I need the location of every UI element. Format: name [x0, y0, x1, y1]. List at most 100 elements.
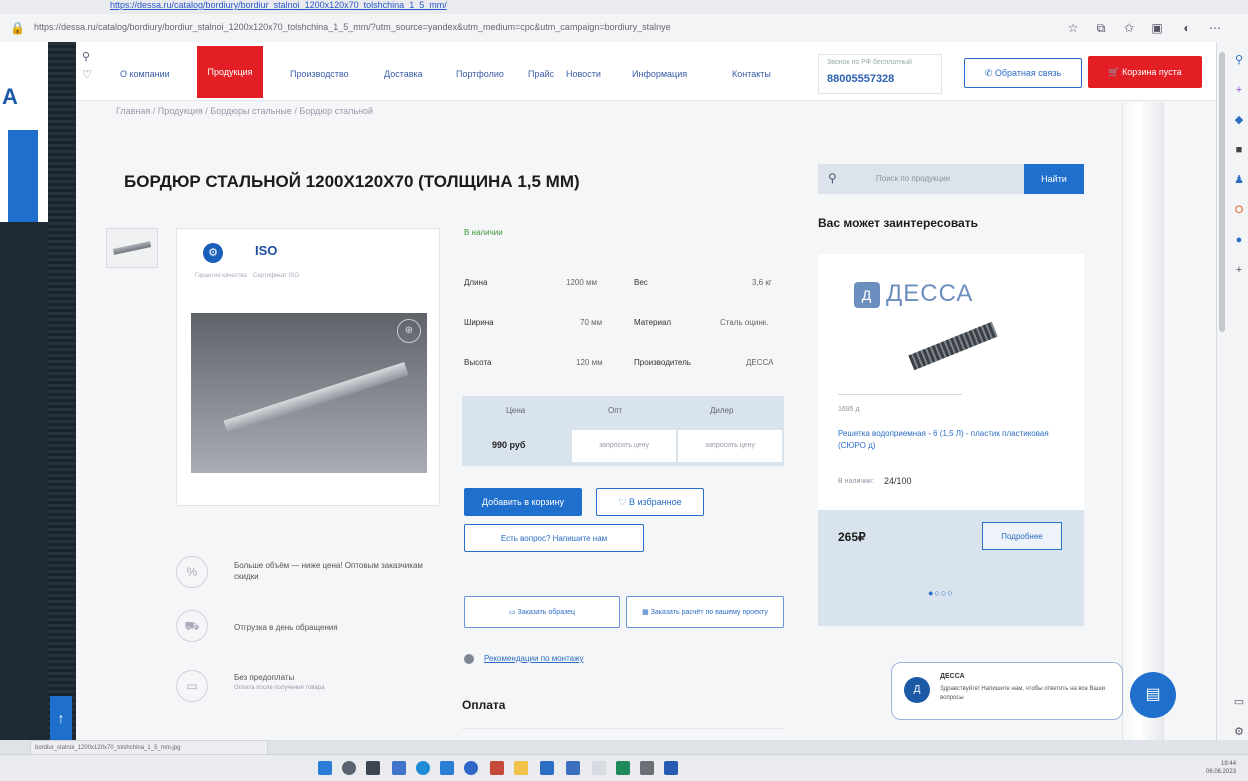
details-button[interactable]: Подробнее [982, 522, 1062, 550]
url-field[interactable]: https://dessa.ru/catalog/bordiury/bordiu… [34, 22, 1050, 36]
dessa-logo: Д ДЕССА [854, 280, 973, 308]
price-cell-dealer[interactable]: запросить цену [678, 430, 782, 462]
sidebar-blue-tab[interactable] [8, 130, 38, 222]
related-product-card[interactable]: Д ДЕССА 1695 д Решетка водоприемная - 6 (… [818, 254, 1084, 626]
start-icon[interactable] [318, 761, 332, 775]
nav-item-portfolio[interactable]: Портфолио [456, 69, 504, 79]
discount-icon: % [176, 556, 208, 588]
feature-no-prepay-sub: Оплата после получения товара [234, 685, 325, 691]
plus-icon[interactable]: + [1233, 84, 1245, 96]
nav-item-contacts[interactable]: Контакты [732, 69, 771, 79]
menu-icon[interactable]: ⋯ [1208, 21, 1222, 35]
collections-icon[interactable]: ▣ [1150, 21, 1164, 35]
order-calc-label: Заказать расчёт по вашему проекту [650, 609, 768, 616]
install-recommendations-link[interactable]: Рекомендации по монтажу [464, 654, 584, 664]
search-icon[interactable] [342, 761, 356, 775]
divider [838, 394, 962, 395]
profile-icon[interactable]: ◐ [1180, 21, 1194, 35]
games-icon[interactable]: ♟ [1233, 174, 1245, 186]
order-sample-label: Заказать образец [517, 609, 576, 616]
word-icon[interactable] [566, 761, 580, 775]
nav-item-info[interactable]: Информация [632, 69, 687, 79]
nav-item-production[interactable]: Производство [290, 69, 349, 79]
spec-weight-value: 3,6 кг [752, 278, 772, 287]
task-view-icon[interactable] [366, 761, 380, 775]
related-product-name[interactable]: Решетка водоприемная - 6 (1,5 Л) - пласт… [838, 428, 1068, 452]
breadcrumb[interactable]: Главная / Продукция / Бордюры стальные /… [116, 106, 373, 116]
sidebar-layout-icon[interactable]: ▭ [1233, 696, 1245, 708]
star-icon[interactable]: ☆ [1066, 21, 1080, 35]
carousel-dots[interactable]: ●○○○ [928, 588, 954, 598]
settings-icon[interactable] [640, 761, 654, 775]
chat-name: ДЕССА [940, 673, 965, 680]
extensions-icon[interactable]: ⧉ [1094, 21, 1108, 35]
calculator-icon: ▦ [642, 609, 651, 616]
order-sample-button[interactable]: ▭ Заказать образец [464, 596, 620, 628]
payment-heading: Оплата [462, 698, 506, 712]
clock-date: 06.06.2023 [1206, 769, 1237, 775]
settings-icon[interactable]: ⚙ [1233, 726, 1245, 738]
browser-tabstrip: https://dessa.ru/catalog/bordiury/bordiu… [0, 0, 1248, 15]
browser-side-panel: ⚲ + ◆ ■ ♟ O ● + ▭ ⚙ [1216, 42, 1248, 740]
spec-length-label: Длина [464, 278, 488, 287]
product-code: 1695 д [838, 406, 860, 413]
office-icon[interactable] [490, 761, 504, 775]
viber-icon[interactable] [592, 761, 606, 775]
outlook-icon[interactable]: ● [1233, 234, 1245, 246]
thumbnail-image [112, 241, 152, 255]
phone-number[interactable]: 88005557328 [827, 73, 894, 85]
tools-icon[interactable]: ■ [1233, 144, 1245, 156]
heart-icon[interactable]: ♡ [82, 68, 92, 81]
nav-item-news[interactable]: Новости [566, 69, 601, 79]
chat-button[interactable]: ▤ [1130, 672, 1176, 718]
nav-item-products[interactable]: Продукция [197, 46, 263, 98]
system-clock[interactable]: 19:44 06.06.2023 [1206, 760, 1236, 776]
mail-icon[interactable] [540, 761, 554, 775]
folder-icon[interactable] [514, 761, 528, 775]
nav-item-price[interactable]: Прайс [528, 69, 554, 79]
site-header: ⚲ ♡ О компании Продукция Производство До… [76, 42, 1216, 101]
favorites-icon[interactable]: ✩ [1122, 21, 1136, 35]
left-sidebar: A ↑ [0, 42, 76, 740]
sidebar-strip [48, 42, 76, 740]
chat-popup[interactable]: Д ДЕССА Здравствуйте! Напишите нам, чтоб… [891, 662, 1123, 720]
ask-question-button[interactable]: Есть вопрос? Напишите нам [464, 524, 644, 552]
cart-button[interactable]: 🛒 Корзина пуста [1088, 56, 1202, 88]
zoom-icon[interactable]: ⊕ [397, 319, 421, 343]
shopping-icon[interactable]: ◆ [1233, 114, 1245, 126]
top-link[interactable]: https://dessa.ru/catalog/bordiury/bordiu… [110, 0, 447, 10]
edge-icon[interactable] [416, 761, 430, 775]
store-icon[interactable] [440, 761, 454, 775]
spec-material-value: Сталь оцинк. [720, 318, 769, 327]
product-thumbnail[interactable] [106, 228, 158, 268]
search-icon[interactable]: ⚲ [82, 50, 90, 63]
scrollbar[interactable] [1219, 52, 1225, 332]
quality-badge-label: Гарантия качества [195, 273, 247, 279]
nav-item-delivery[interactable]: Доставка [384, 69, 423, 79]
scroll-up-button[interactable]: ↑ [50, 696, 72, 740]
search-input[interactable]: Поиск по продукции [876, 174, 950, 183]
add-to-cart-button[interactable]: Добавить в корзину [464, 488, 582, 516]
order-calc-button[interactable]: ▦ Заказать расчёт по вашему проекту [626, 596, 784, 628]
favorite-button[interactable]: ♡ В избранное [596, 488, 704, 516]
callback-button[interactable]: ✆ Обратная связь [964, 58, 1082, 88]
related-product-price: 265₽ [838, 530, 866, 544]
product-photo[interactable]: ⊕ [191, 313, 427, 473]
search-button[interactable]: Найти [1024, 164, 1084, 194]
widgets-icon[interactable] [392, 761, 406, 775]
search-icon[interactable]: ⚲ [1233, 54, 1245, 66]
nav-item-about[interactable]: О компании [120, 69, 170, 79]
spec-material-label: Материал [634, 318, 672, 327]
office-icon[interactable]: O [1233, 204, 1245, 216]
stock-value: 24/100 [884, 476, 912, 486]
truck-icon: ⛟ [176, 610, 208, 642]
app-icon[interactable] [664, 761, 678, 775]
price-cell-wholesale[interactable]: запросить цену [572, 430, 676, 462]
lock-icon[interactable]: 🔒 [10, 21, 25, 35]
excel-icon[interactable] [616, 761, 630, 775]
phone-block: Звонок по РФ бесплатный 88005557328 [818, 54, 942, 94]
add-icon[interactable]: + [1233, 264, 1245, 276]
chrome-icon[interactable] [464, 761, 478, 775]
recommend-label: Рекомендации по монтажу [484, 654, 584, 664]
decorative-pipe [1122, 102, 1164, 740]
